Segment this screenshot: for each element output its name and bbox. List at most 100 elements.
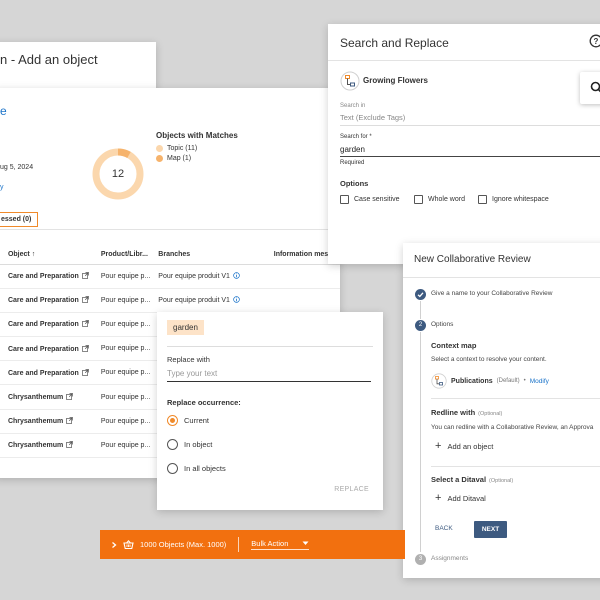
radio-current[interactable]: Current	[167, 415, 209, 426]
default-tag: (Default)	[496, 378, 520, 384]
search-replace-panel: Search and Replace ? Growing Flowers Sea…	[328, 24, 600, 264]
modify-link[interactable]: Modify	[530, 378, 549, 385]
replace-button[interactable]: REPLACE	[334, 486, 369, 493]
external-link-icon[interactable]	[81, 344, 89, 352]
product-cell: Pour equipe p...	[96, 433, 155, 459]
step-number-badge: 3	[415, 554, 426, 565]
object-cell[interactable]: Care and Preparation	[3, 264, 97, 289]
step-options-label: Options	[431, 321, 454, 328]
basket-icon	[123, 539, 134, 549]
product-cell: Pour equipe p...	[96, 384, 155, 410]
checkbox-box[interactable]	[478, 195, 487, 204]
object-cell[interactable]: Chrysanthemum	[3, 384, 97, 410]
object-cell[interactable]: Care and Preparation	[3, 360, 97, 386]
next-button[interactable]: NEXT	[474, 521, 507, 538]
ignore-whitespace-checkbox[interactable]: Ignore whitespace	[478, 195, 549, 204]
step-connector	[420, 332, 421, 552]
search-in-select[interactable]: Text (Exclude Tags)	[340, 113, 405, 122]
step-assignments-label: Assignments	[431, 555, 469, 562]
legend-map: Map (1)	[156, 155, 191, 162]
section-divider	[431, 398, 600, 399]
branch-cell: Pour equipe produit V1	[154, 264, 270, 289]
search-for-input[interactable]	[340, 143, 600, 157]
search-trigger-button[interactable]	[580, 72, 600, 104]
help-icon[interactable]: ?	[589, 34, 600, 48]
whole-word-checkbox[interactable]: Whole word	[414, 195, 465, 204]
external-link-icon[interactable]	[81, 369, 89, 376]
bar-divider	[238, 537, 240, 552]
info-cell	[269, 264, 340, 289]
external-link-icon[interactable]	[66, 441, 74, 449]
legend-dot	[156, 145, 163, 152]
occurrence-heading: Replace occurrence:	[167, 398, 241, 407]
radio-button[interactable]	[167, 463, 178, 474]
table-row[interactable]: Care and Preparation Pour equipe p... Pour…	[0, 288, 340, 313]
replace-with-input[interactable]	[167, 366, 371, 382]
context-map-selection: Publications (Default) • Modify	[431, 373, 549, 389]
col-object[interactable]: Object ↑	[3, 246, 97, 265]
context-map-title: Context map	[431, 341, 477, 350]
step-name-label: Give a name to your Collaborative Review	[431, 290, 553, 297]
object-cell[interactable]: Care and Preparation	[3, 312, 97, 338]
chevron-right-icon[interactable]	[110, 541, 118, 549]
product-cell: Pour equipe p...	[96, 336, 155, 362]
review-header-divider	[403, 277, 600, 278]
legend-topic: Topic (11)	[156, 145, 197, 152]
search-in-label: Search in	[340, 103, 366, 109]
details-link[interactable]: y	[0, 184, 4, 191]
radio-in-all-objects[interactable]: In all objects	[167, 463, 226, 474]
search-icon	[590, 81, 600, 93]
col-branches[interactable]: Branches	[154, 246, 270, 265]
required-hint: Required	[340, 160, 365, 166]
add-object-button[interactable]: + Add an object	[435, 440, 493, 452]
ditamap-icon	[340, 71, 360, 91]
table-row[interactable]: Care and Preparation Pour equipe p... Pour…	[0, 264, 340, 289]
step-connector	[420, 301, 421, 319]
caret-down-icon	[302, 541, 309, 545]
external-link-icon[interactable]	[66, 393, 74, 400]
radio-button[interactable]	[167, 439, 178, 450]
review-title: New Collaborative Review	[414, 254, 531, 265]
external-link-icon[interactable]	[66, 417, 74, 425]
col-product[interactable]: Product/Libr...	[96, 246, 155, 265]
object-cell[interactable]: Chrysanthemum	[3, 433, 97, 459]
case-sensitive-checkbox[interactable]: Case sensitive	[340, 195, 400, 204]
redline-desc: You can redline with a Collaborative Rev…	[431, 424, 594, 431]
redline-title: Redline with (Optional)	[431, 408, 503, 417]
add-ditaval-button[interactable]: + Add Ditaval	[435, 492, 486, 504]
checkbox-box[interactable]	[340, 195, 349, 204]
product-cell: Pour equipe p...	[96, 264, 155, 289]
section-divider	[431, 466, 600, 467]
legend-dot	[156, 155, 163, 162]
add-object-title: n - Add an object	[0, 52, 98, 67]
checkbox-box[interactable]	[414, 195, 423, 204]
context-map-name: Publications	[451, 377, 493, 385]
radio-in-object[interactable]: In object	[167, 439, 212, 450]
sort-arrow-icon[interactable]: ↑	[32, 251, 36, 258]
matches-title: Objects with Matches	[156, 131, 238, 140]
collaborative-review-panel: New Collaborative Review Give a name to …	[403, 243, 600, 578]
context-map-desc: Select a context to resolve your content…	[431, 356, 547, 363]
external-link-icon[interactable]	[81, 272, 89, 279]
plus-icon: +	[435, 440, 442, 452]
tab-processed[interactable]: essed (0)	[0, 212, 39, 227]
external-link-icon[interactable]	[81, 320, 89, 328]
ditaval-title: Select a Ditaval (Optional)	[431, 475, 514, 484]
search-for-label: Search for *	[340, 134, 372, 140]
replace-with-label: Replace with	[167, 355, 210, 364]
back-button[interactable]: BACK	[435, 525, 453, 532]
object-cell[interactable]: Care and Preparation	[3, 288, 97, 313]
info-icon[interactable]	[233, 296, 240, 304]
bulk-action-select[interactable]: Bulk Action	[251, 539, 310, 550]
object-cell[interactable]: Care and Preparation	[3, 336, 97, 362]
options-heading: Options	[340, 179, 369, 188]
object-cell[interactable]: Chrysanthemum	[3, 409, 97, 434]
branch-cell: Pour equipe produit V1	[154, 288, 270, 313]
product-cell: Pour equipe p...	[96, 288, 155, 313]
radio-button-selected[interactable]	[167, 415, 178, 426]
external-link-icon[interactable]	[81, 296, 89, 304]
plus-icon: +	[435, 492, 442, 504]
breadcrumb[interactable]: e	[0, 104, 7, 118]
search-in-underline	[340, 125, 600, 126]
info-icon[interactable]	[233, 272, 240, 279]
